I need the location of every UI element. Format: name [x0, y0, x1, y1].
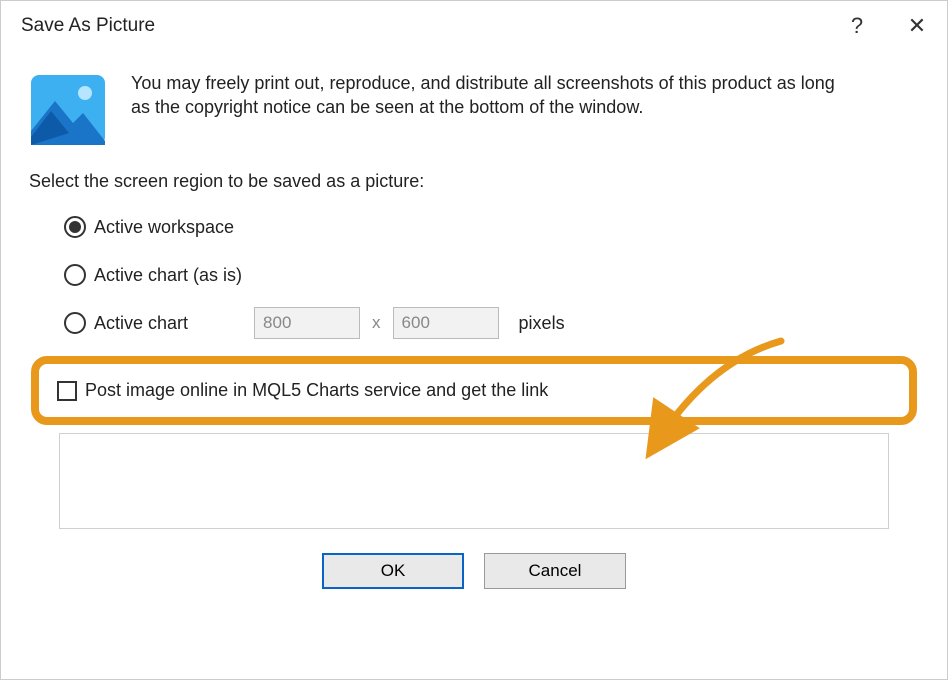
save-as-picture-dialog: Save As Picture ? ✕ You may freely print… [0, 0, 948, 680]
post-online-highlight: Post image online in MQL5 Charts service… [31, 356, 917, 425]
dialog-title: Save As Picture [1, 15, 155, 37]
radio-label: Active chart [94, 313, 188, 334]
radio-label: Active chart (as is) [94, 265, 242, 286]
titlebar: Save As Picture ? ✕ [1, 1, 947, 51]
intro-row: You may freely print out, reproduce, and… [29, 71, 919, 149]
radio-active-chart-asis[interactable]: Active chart (as is) [64, 260, 919, 290]
radio-icon [64, 264, 86, 286]
radio-icon [64, 216, 86, 238]
link-output-box [59, 433, 889, 529]
titlebar-buttons: ? ✕ [827, 1, 947, 51]
cancel-button[interactable]: Cancel [484, 553, 626, 589]
select-region-label: Select the screen region to be saved as … [29, 171, 919, 192]
radio-active-chart[interactable]: Active chart x pixels [64, 308, 919, 338]
post-online-checkbox[interactable] [57, 381, 77, 401]
pixels-label: pixels [519, 313, 565, 334]
height-input[interactable] [393, 307, 499, 339]
ok-button[interactable]: OK [322, 553, 464, 589]
help-button[interactable]: ? [827, 1, 887, 51]
radio-label: Active workspace [94, 217, 234, 238]
width-input[interactable] [254, 307, 360, 339]
post-online-label: Post image online in MQL5 Charts service… [85, 380, 548, 401]
picture-icon [29, 71, 107, 149]
close-button[interactable]: ✕ [887, 1, 947, 51]
radio-icon [64, 312, 86, 334]
intro-text: You may freely print out, reproduce, and… [131, 71, 851, 120]
dialog-content: You may freely print out, reproduce, and… [1, 51, 947, 589]
radio-active-workspace[interactable]: Active workspace [64, 212, 919, 242]
button-row: OK Cancel [29, 553, 919, 589]
radio-group: Active workspace Active chart (as is) Ac… [29, 212, 919, 338]
dimension-separator: x [372, 313, 381, 333]
